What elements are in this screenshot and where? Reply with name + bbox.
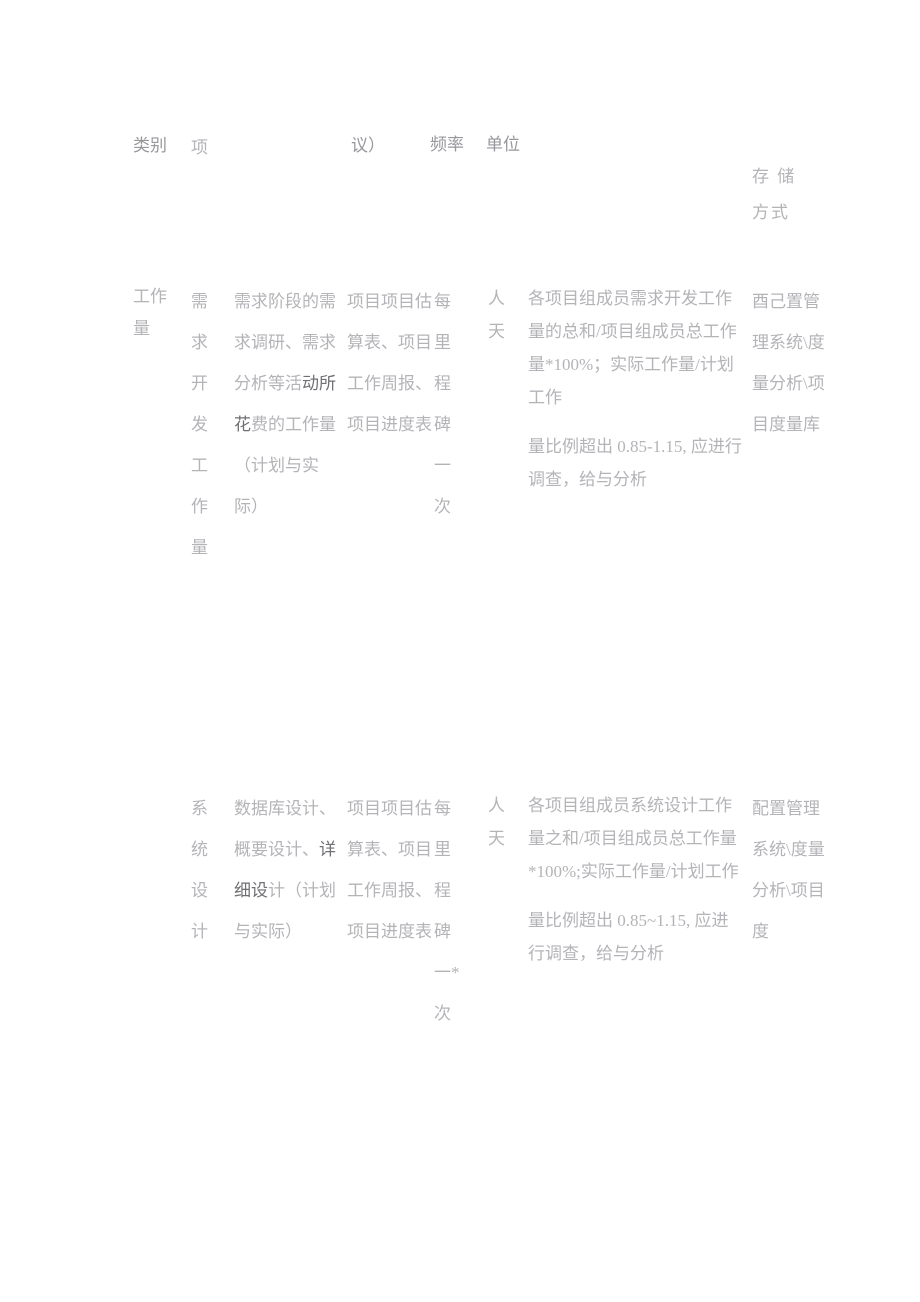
column-header-unit: 单位	[486, 135, 520, 154]
table-row: 各项目组成员需求开发工作量的总和/项目组成员总工作量*100%；实际工作量/计划…	[528, 282, 742, 496]
column-header-item: 项	[191, 138, 208, 157]
table-row: 项目项目估算表、项目工作周报、项目进度表	[347, 292, 432, 434]
column-header-frequency: 频率	[430, 135, 464, 154]
table-row: 项目项目估算表、项目工作周报、项目进度表	[347, 799, 432, 941]
formula-segment-2: 量比例超出 0.85~1.15, 应进行调查，给与分析	[528, 911, 729, 963]
formula-segment-1: 各项目组成员系统设计工作量之和/项目组成员总工作量*100%;实际工作量/计划工…	[528, 796, 739, 881]
table-row: 需求阶段的需求调研、需求分析等活动所花费的工作量（计划与实际）	[234, 281, 342, 527]
column-header-category: 类别	[133, 136, 167, 155]
formula-segment-1: 各项目组成员需求开发工作量的总和/项目组成员总工作量*100%；实际工作量/计划…	[528, 289, 737, 407]
table-row: 人天	[488, 796, 505, 848]
table-row: 每里程碑一*次	[434, 799, 460, 1023]
formula-segment-2: 量比例超出 0.85-1.15, 应进行调查，给与分析	[528, 437, 742, 489]
table-row: 需求开发工作量	[191, 292, 208, 557]
table-row: 数据库设计、概要设计、详细设计（计划与实际）	[234, 788, 342, 952]
table-row: 配置管理系统\度量分析\项目度	[752, 799, 825, 941]
column-header-storage-line2: 方式	[752, 203, 790, 222]
table-row: 酉己置管理系统\度量分析\项目度量库	[752, 292, 825, 434]
table-row: 各项目组成员系统设计工作量之和/项目组成员总工作量*100%;实际工作量/计划工…	[528, 789, 742, 970]
table-row: 人天	[488, 289, 505, 341]
table-row: 每里程碑一次	[434, 292, 451, 516]
table-row: 工作量	[133, 287, 167, 338]
column-header-description: 议）	[351, 136, 385, 155]
column-header-storage-line1: 存 储	[752, 167, 797, 186]
document-page: 类别 项 议） 频率 单位 存 储 方式 工作量 需求开发工作量 需求阶段的需求…	[0, 0, 920, 1302]
table-row: 系统设计	[191, 799, 208, 941]
